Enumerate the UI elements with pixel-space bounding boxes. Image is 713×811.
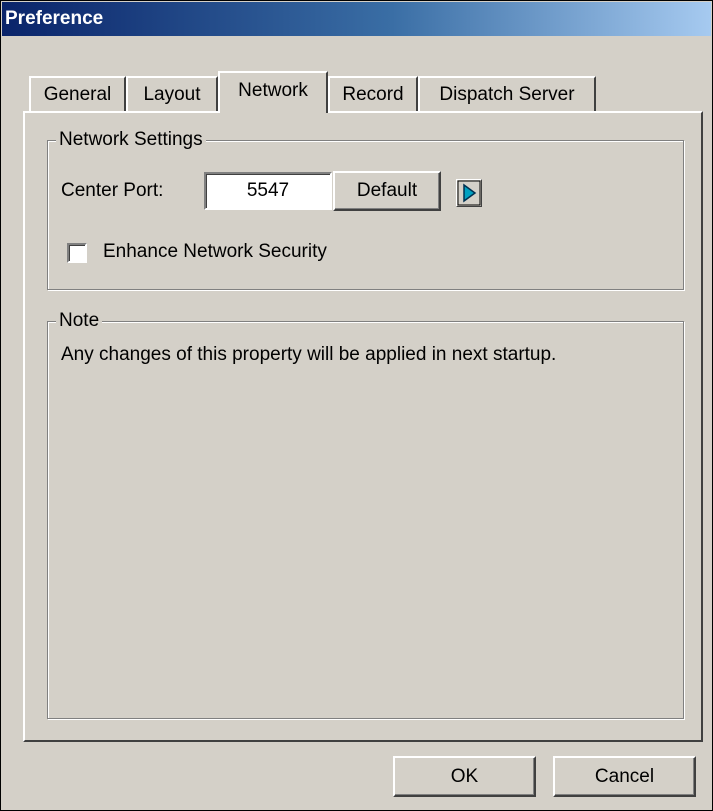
tab-label: Network <box>238 80 308 101</box>
center-port-label: Center Port: <box>61 180 164 201</box>
expand-button[interactable] <box>456 179 482 207</box>
tab-label: General <box>43 84 112 105</box>
play-arrow-icon <box>457 180 481 206</box>
network-settings-legend: Network Settings <box>56 128 206 152</box>
default-button[interactable]: Default <box>333 171 441 211</box>
network-tab-panel: Network Settings Center Port: 5547 Defau… <box>23 111 703 742</box>
ok-button[interactable]: OK <box>393 756 536 797</box>
center-port-value: 5547 <box>246 180 290 201</box>
cancel-button-label: Cancel <box>594 766 655 787</box>
tab-label: Layout <box>143 84 201 105</box>
ok-button-label: OK <box>450 766 479 787</box>
enhance-security-checkbox[interactable] <box>67 243 87 263</box>
tab-dispatch-server[interactable]: Dispatch Server <box>418 76 596 111</box>
window-title: Preference <box>5 8 104 29</box>
note-legend: Note <box>56 309 103 333</box>
tab-layout[interactable]: Layout <box>126 76 218 111</box>
tab-network[interactable]: Network <box>218 71 328 113</box>
enhance-security-label[interactable]: Enhance Network Security <box>103 240 327 264</box>
network-settings-group: Network Settings Center Port: 5547 Defau… <box>47 128 684 290</box>
tab-record[interactable]: Record <box>328 76 418 111</box>
tab-general[interactable]: General <box>29 76 126 111</box>
note-group: Note Any changes of this property will b… <box>47 309 684 719</box>
preference-dialog: Preference General Layout Network Record… <box>0 0 713 811</box>
tab-label: Record <box>342 84 404 105</box>
cancel-button[interactable]: Cancel <box>553 756 696 797</box>
default-button-label: Default <box>356 180 418 201</box>
note-text: Any changes of this property will be app… <box>61 344 557 365</box>
title-bar: Preference <box>2 2 711 36</box>
center-port-input[interactable]: 5547 <box>204 172 332 210</box>
tab-label: Dispatch Server <box>439 84 575 105</box>
